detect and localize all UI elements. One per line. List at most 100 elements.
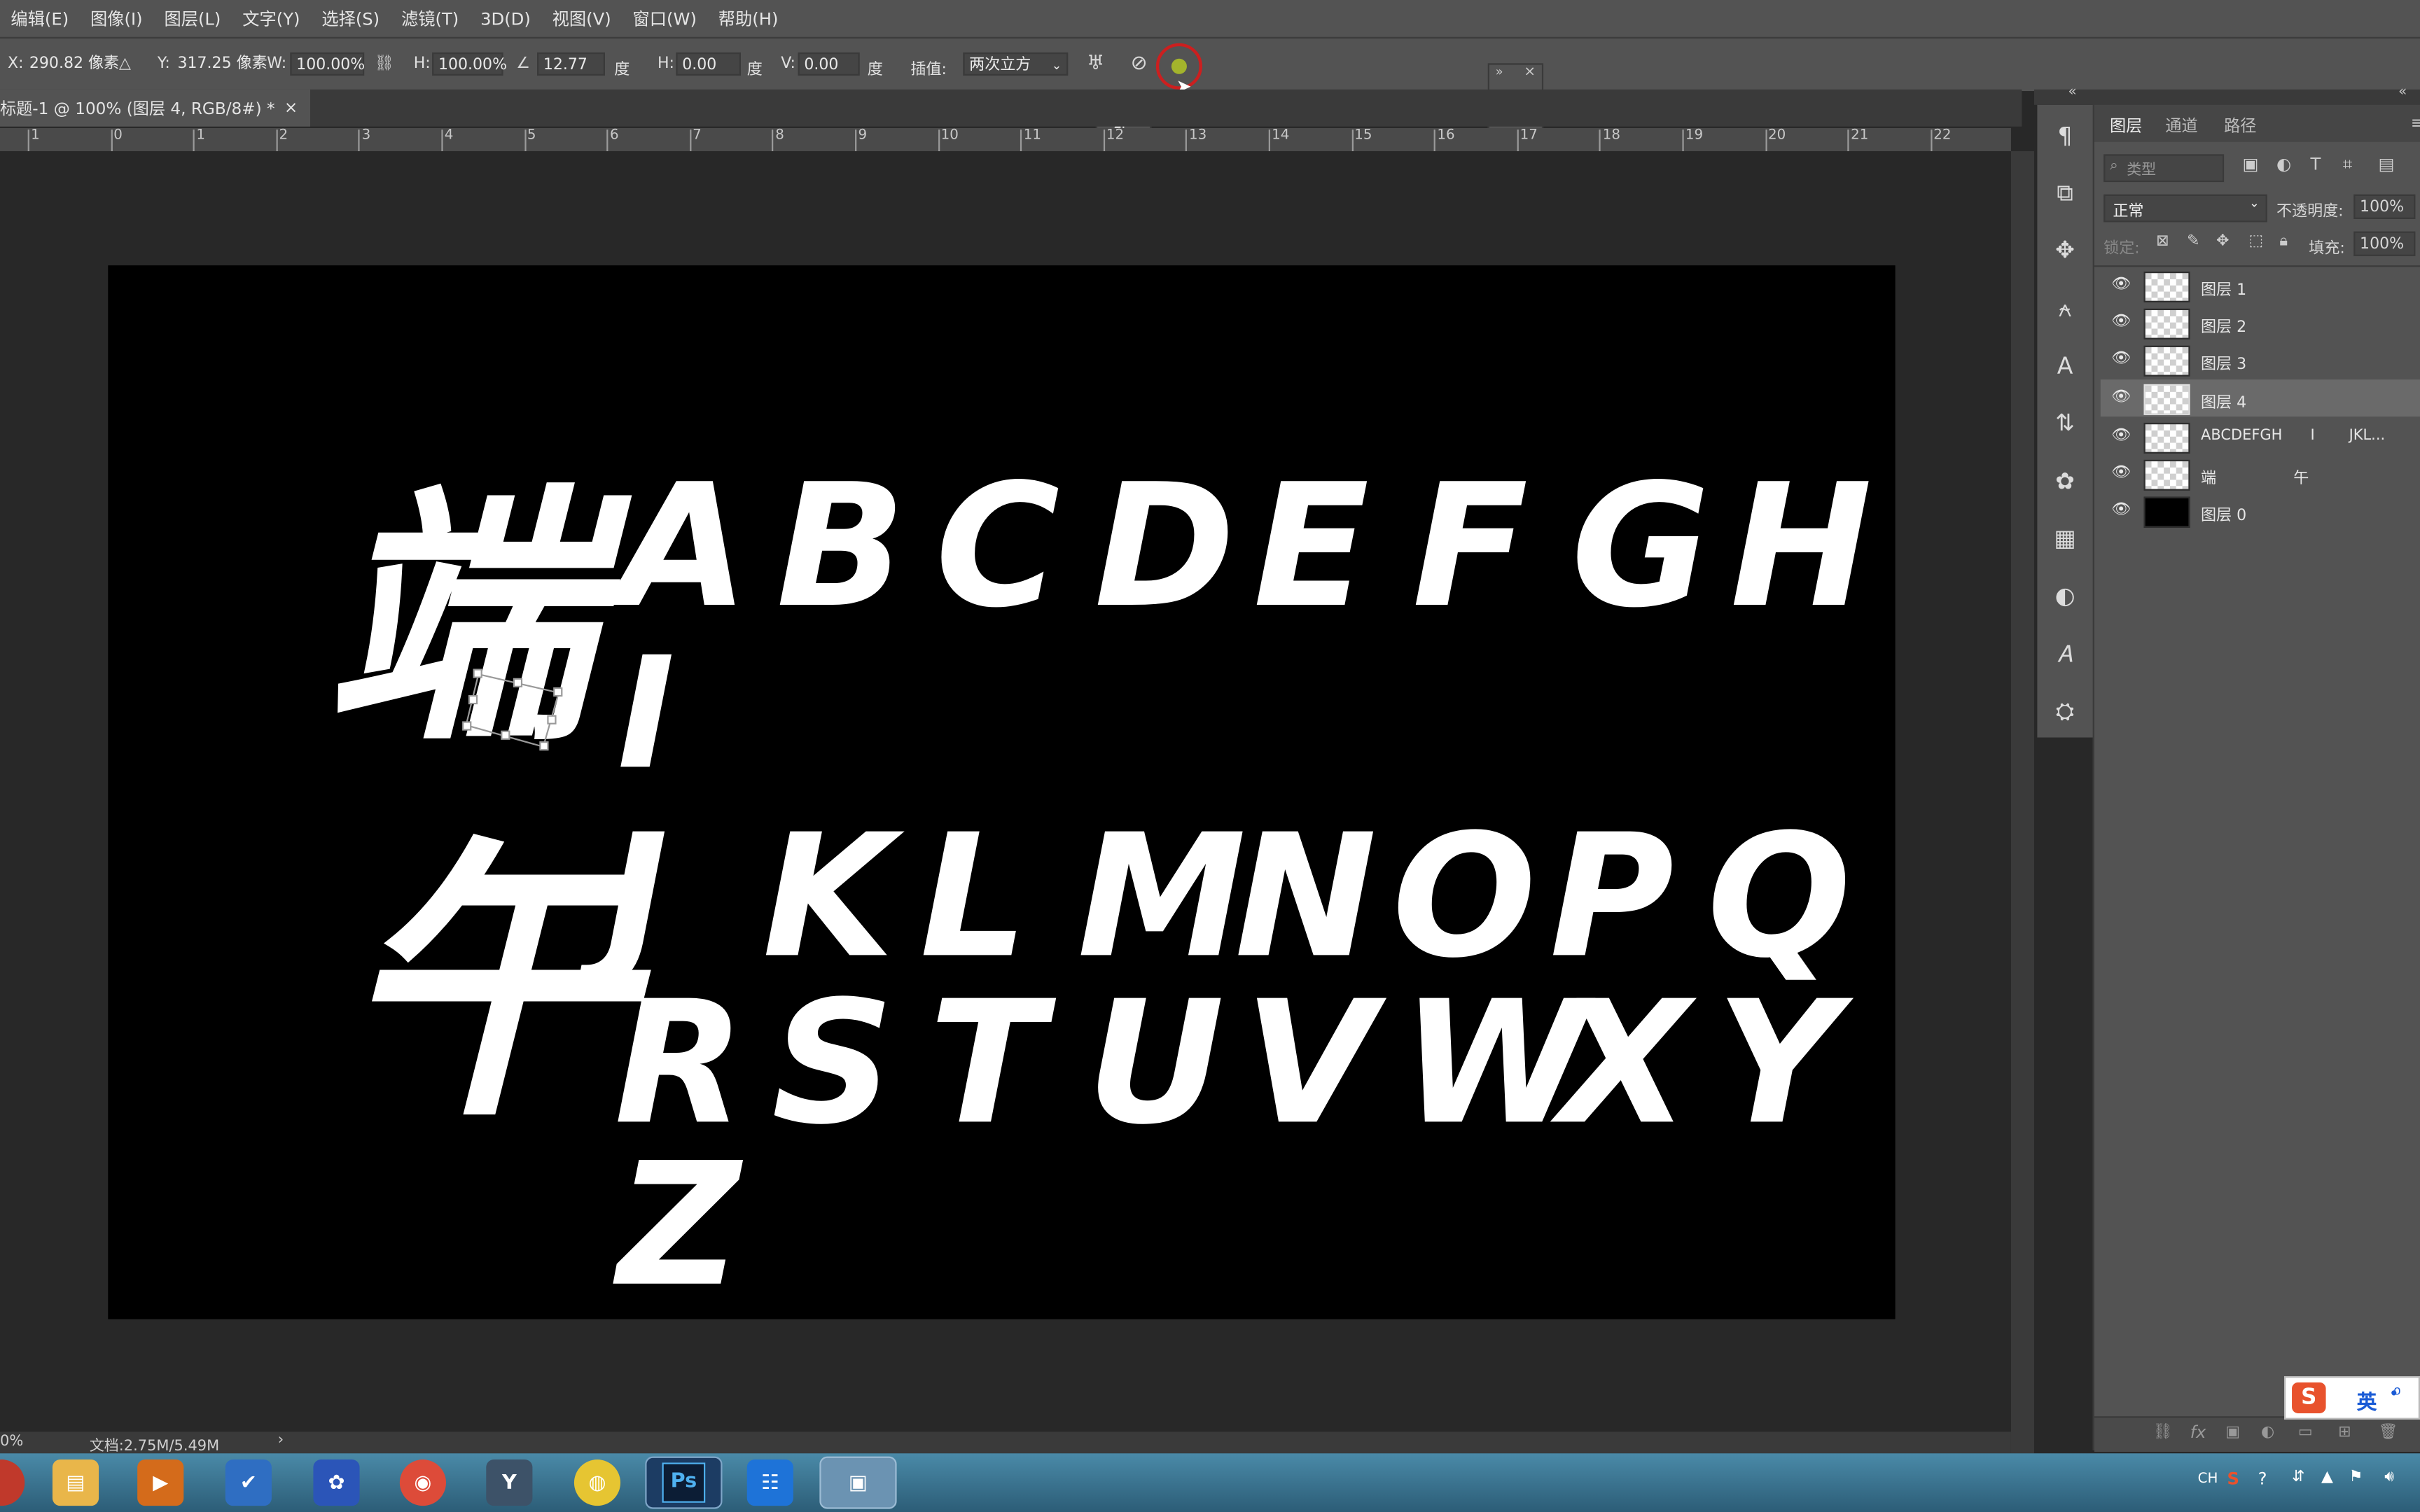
- layer-filter-field[interactable]: ⌕ 类型: [2103, 154, 2225, 183]
- layer-row[interactable]: 👁︎ 图层 3: [2101, 341, 2420, 378]
- chrome-icon[interactable]: ◉: [399, 1460, 446, 1506]
- close-icon[interactable]: ×: [284, 99, 298, 117]
- yinxiang-icon[interactable]: Y: [486, 1460, 533, 1506]
- collapse-icon[interactable]: «: [2398, 85, 2407, 100]
- vertical-scrollbar[interactable]: [2010, 151, 2034, 1454]
- filter-pixel-icon[interactable]: ▣: [2243, 154, 2259, 174]
- layer-row-selected[interactable]: 👁︎ 图层 4: [2100, 379, 2420, 417]
- close-icon[interactable]: ×: [1524, 65, 1536, 80]
- blend-mode-select[interactable]: 正常 ⌄: [2103, 194, 2267, 223]
- tab-paths[interactable]: 路径: [2224, 114, 2256, 137]
- adjustment-layer-icon[interactable]: ◐: [2261, 1424, 2274, 1441]
- menu-edit[interactable]: 编辑(E): [0, 6, 80, 31]
- height-field[interactable]: 100.00%: [432, 52, 507, 76]
- ime-indicator[interactable]: S 英 •ͦ: [2284, 1376, 2420, 1420]
- taskview-icon[interactable]: ☷: [746, 1460, 793, 1506]
- character-style-icon[interactable]: ⍲: [2047, 290, 2084, 327]
- eye-icon[interactable]: 👁︎: [2111, 428, 2131, 446]
- media-player-icon[interactable]: ▶: [137, 1460, 184, 1506]
- angle-field[interactable]: 12.77: [537, 52, 606, 76]
- panel-menu-icon[interactable]: ≡: [2411, 114, 2420, 132]
- fx-icon[interactable]: fx: [2190, 1422, 2206, 1443]
- tab-channels[interactable]: 通道: [2165, 114, 2197, 137]
- tray-help-icon[interactable]: ?: [2258, 1469, 2267, 1489]
- trash-icon[interactable]: 🗑︎: [2378, 1424, 2398, 1441]
- character-panel-icon[interactable]: A: [2047, 347, 2084, 384]
- eye-icon[interactable]: 👁︎: [2111, 388, 2131, 407]
- lock-artboard-icon[interactable]: ⬚: [2248, 233, 2263, 250]
- menu-view[interactable]: 视图(V): [541, 6, 622, 31]
- library-icon[interactable]: ⛭: [2047, 693, 2084, 730]
- mail-icon[interactable]: ✔: [225, 1460, 272, 1506]
- cancel-icon[interactable]: ⊘: [1127, 51, 1151, 76]
- filter-type-icon[interactable]: T: [2311, 154, 2321, 174]
- photoshop-taskbar-button[interactable]: Ps: [645, 1456, 723, 1509]
- zoom-level[interactable]: 0%: [0, 1434, 23, 1450]
- menu-type[interactable]: 文字(Y): [232, 6, 311, 31]
- eye-icon[interactable]: 👁︎: [2111, 501, 2131, 519]
- width-field[interactable]: 100.00%: [290, 52, 365, 76]
- eye-icon[interactable]: 👁︎: [2111, 276, 2131, 295]
- tray-sogou-icon[interactable]: S: [2227, 1469, 2239, 1489]
- tray-flag-icon[interactable]: ⚑: [2349, 1469, 2363, 1485]
- file-explorer-icon[interactable]: ▤: [52, 1460, 99, 1506]
- glyph-icon[interactable]: 𝐴: [2047, 636, 2084, 673]
- baidu-cloud-icon[interactable]: ✿: [313, 1460, 360, 1506]
- folder-icon[interactable]: ▭: [2298, 1424, 2313, 1441]
- document-canvas[interactable]: 端 午 ABCDEFGH I JKLMNOPQ RSTUVWXY Z: [108, 265, 1896, 1324]
- tray-up-icon[interactable]: ▲: [2321, 1469, 2333, 1485]
- start-icon[interactable]: [0, 1460, 25, 1506]
- lock-paint-icon[interactable]: ✎: [2187, 233, 2199, 250]
- warp-icon[interactable]: ♅: [1082, 50, 1110, 78]
- lock-move-icon[interactable]: ✥: [2216, 233, 2229, 250]
- table-icon[interactable]: ▦: [2047, 520, 2084, 557]
- x-field[interactable]: 290.82 像素: [25, 52, 119, 76]
- interp-select[interactable]: 两次立方 ⌄: [963, 52, 1069, 76]
- timeline-icon[interactable]: ⇅: [2047, 404, 2084, 441]
- document-tab[interactable]: 标题-1 @ 100% (图层 4, RGB/8#) * ×: [0, 89, 310, 127]
- y-field[interactable]: 317.25 像素: [173, 52, 267, 76]
- mask-icon[interactable]: ▣: [2225, 1424, 2240, 1441]
- collapse-icon[interactable]: «: [2068, 85, 2076, 100]
- new-layer-icon[interactable]: ⊞: [2338, 1424, 2351, 1441]
- eye-icon[interactable]: 👁︎: [2111, 464, 2131, 482]
- eye-icon[interactable]: 👁︎: [2111, 313, 2131, 331]
- menu-filter[interactable]: 滤镜(T): [391, 6, 470, 31]
- lock-transparent-icon[interactable]: ⊠: [2156, 233, 2169, 250]
- layer-row[interactable]: 👁︎ 端 午: [2101, 455, 2420, 492]
- clone-source-icon[interactable]: ⧉: [2047, 174, 2084, 211]
- menu-window[interactable]: 窗口(W): [622, 6, 707, 31]
- filter-shape-icon[interactable]: ⌗: [2343, 154, 2353, 176]
- screen-recorder-button[interactable]: ▣: [819, 1456, 897, 1509]
- lock-icon[interactable]: 🔒︎: [2279, 233, 2288, 250]
- layer-row[interactable]: 👁︎ 图层 1: [2101, 267, 2420, 304]
- collapse-icon[interactable]: »: [1496, 65, 1503, 79]
- tray-volume-icon[interactable]: 🔊︎: [2384, 1469, 2394, 1485]
- menu-3d[interactable]: 3D(D): [470, 8, 542, 29]
- menu-select[interactable]: 选择(S): [311, 6, 391, 31]
- tray-network-icon[interactable]: ⇵: [2292, 1469, 2304, 1485]
- link-layers-icon[interactable]: ⛓: [2153, 1424, 2173, 1441]
- menu-help[interactable]: 帮助(H): [707, 6, 789, 31]
- layer-row[interactable]: 👁︎ 图层 2: [2101, 304, 2420, 341]
- layer-row[interactable]: 👁︎ ABCDEFGH I JKL...: [2101, 418, 2420, 455]
- filter-adjust-icon[interactable]: ◐: [2276, 154, 2291, 174]
- opacity-field[interactable]: 100%: [2353, 194, 2416, 219]
- paragraph-panel-icon[interactable]: ¶: [2047, 118, 2084, 155]
- pinyin-app-icon[interactable]: ◍: [573, 1460, 621, 1506]
- hskew-field[interactable]: 0.00: [676, 52, 741, 76]
- tray-language[interactable]: CH: [2198, 1472, 2218, 1488]
- 3d-icon[interactable]: ✿: [2047, 463, 2084, 500]
- tab-layers[interactable]: 图层: [2110, 114, 2142, 137]
- vskew-field[interactable]: 0.00: [798, 52, 860, 76]
- brush-preset-icon[interactable]: ✥: [2047, 232, 2084, 269]
- link-icon[interactable]: ⛓: [373, 54, 395, 72]
- filter-smart-icon[interactable]: ▤: [2378, 154, 2394, 174]
- eye-icon[interactable]: 👁︎: [2111, 350, 2131, 368]
- adjustments-icon[interactable]: ◐: [2047, 577, 2084, 614]
- layer-row[interactable]: 👁︎ 图层 0: [2101, 492, 2420, 529]
- fill-field[interactable]: 100%: [2353, 231, 2416, 256]
- menu-image[interactable]: 图像(I): [80, 6, 153, 31]
- status-menu-arrow[interactable]: ›: [278, 1432, 284, 1448]
- menu-layer[interactable]: 图层(L): [153, 6, 232, 31]
